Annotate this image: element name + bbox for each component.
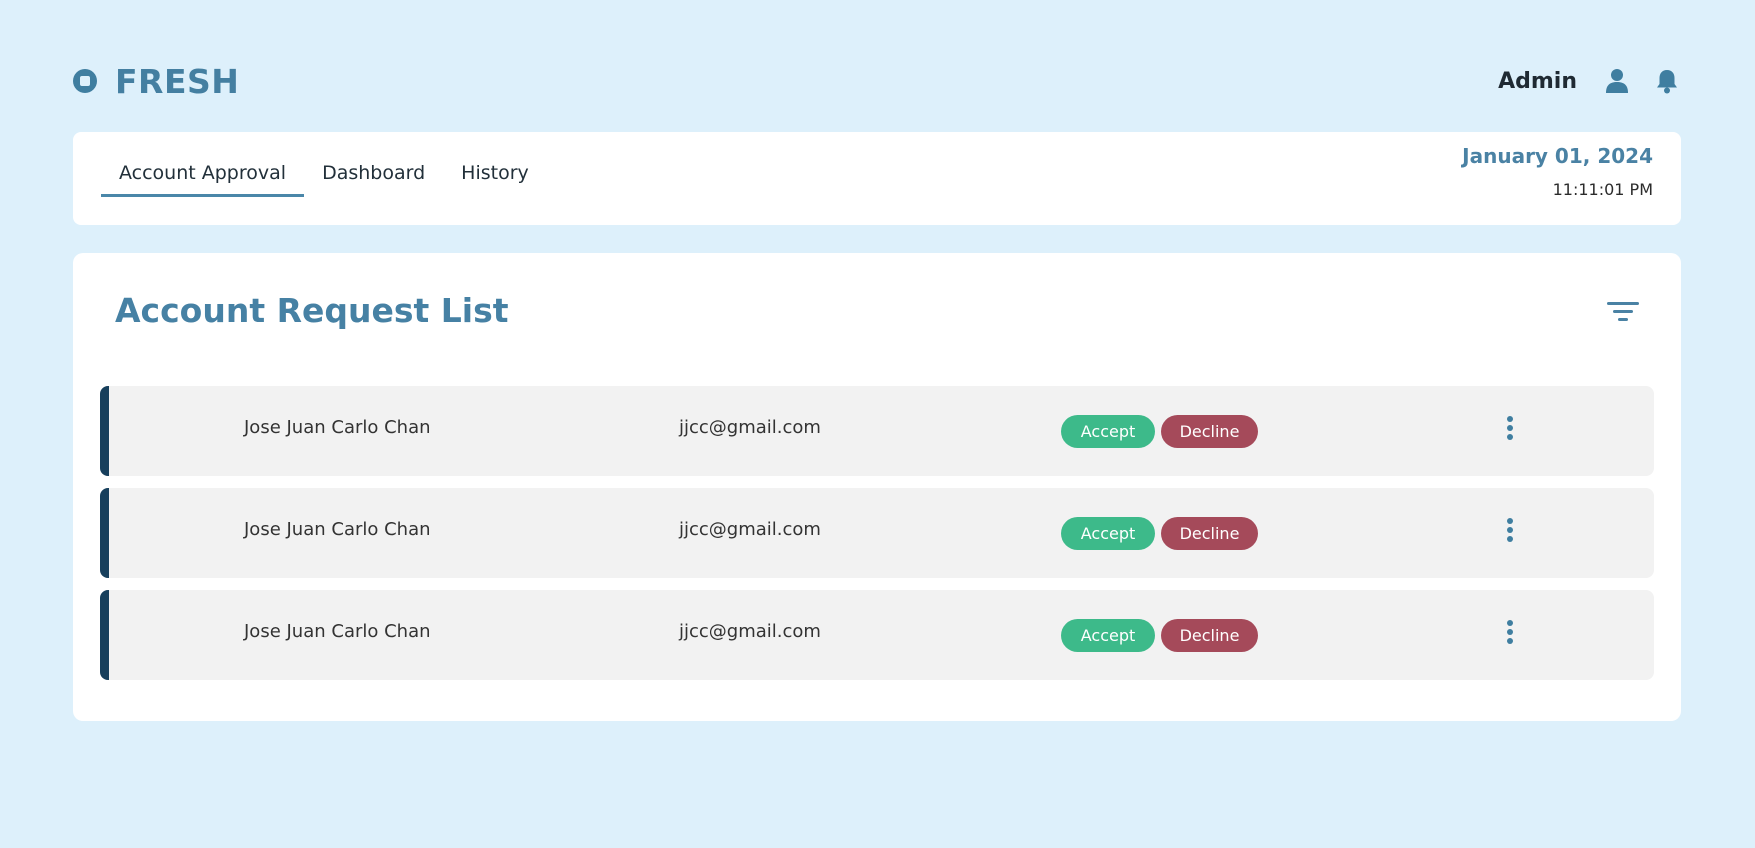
request-email: jjcc@gmail.com — [679, 519, 821, 540]
current-date: January 01, 2024 — [1462, 144, 1653, 168]
request-list: Jose Juan Carlo Chan jjcc@gmail.com Acce… — [100, 386, 1654, 692]
more-options-icon[interactable] — [1500, 414, 1520, 444]
row-accent — [100, 488, 109, 578]
tab-bar: Account Approval Dashboard History — [101, 162, 547, 197]
row-accent — [100, 590, 109, 680]
nav-card: Account Approval Dashboard History Janua… — [73, 132, 1681, 225]
more-options-icon[interactable] — [1500, 516, 1520, 546]
account-request-card: Account Request List Jose Juan Carlo Cha… — [73, 253, 1681, 721]
request-name: Jose Juan Carlo Chan — [244, 519, 431, 540]
request-email: jjcc@gmail.com — [679, 621, 821, 642]
user-label: Admin — [1498, 68, 1577, 94]
top-bar: FRESH Admin — [73, 58, 1681, 104]
list-item: Jose Juan Carlo Chan jjcc@gmail.com Acce… — [100, 386, 1654, 476]
list-item: Jose Juan Carlo Chan jjcc@gmail.com Acce… — [100, 590, 1654, 680]
request-email: jjcc@gmail.com — [679, 417, 821, 438]
row-actions: Accept Decline — [1061, 619, 1258, 652]
user-area: Admin — [1498, 67, 1681, 95]
accept-button[interactable]: Accept — [1061, 415, 1155, 448]
decline-button[interactable]: Decline — [1161, 415, 1258, 448]
logo-icon — [73, 69, 97, 93]
current-time: 11:11:01 PM — [1552, 180, 1653, 199]
row-actions: Accept Decline — [1061, 517, 1258, 550]
tab-history[interactable]: History — [443, 162, 547, 197]
datetime: January 01, 2024 11:11:01 PM — [1462, 144, 1653, 199]
brand: FRESH — [73, 62, 239, 101]
more-options-icon[interactable] — [1500, 618, 1520, 648]
decline-button[interactable]: Decline — [1161, 517, 1258, 550]
user-icon[interactable] — [1603, 67, 1631, 95]
bell-icon[interactable] — [1653, 67, 1681, 95]
list-title: Account Request List — [115, 291, 509, 330]
tab-account-approval[interactable]: Account Approval — [101, 162, 305, 197]
filter-icon[interactable] — [1605, 297, 1641, 327]
row-accent — [100, 386, 109, 476]
request-name: Jose Juan Carlo Chan — [244, 417, 431, 438]
request-name: Jose Juan Carlo Chan — [244, 621, 431, 642]
app-title: FRESH — [115, 61, 240, 101]
row-actions: Accept Decline — [1061, 415, 1258, 448]
list-item: Jose Juan Carlo Chan jjcc@gmail.com Acce… — [100, 488, 1654, 578]
accept-button[interactable]: Accept — [1061, 517, 1155, 550]
tab-dashboard[interactable]: Dashboard — [304, 162, 443, 197]
accept-button[interactable]: Accept — [1061, 619, 1155, 652]
decline-button[interactable]: Decline — [1161, 619, 1258, 652]
